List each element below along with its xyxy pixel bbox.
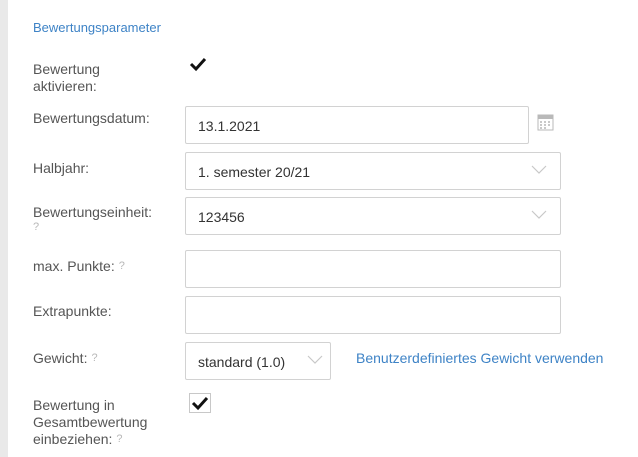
enable-grading-checkbox[interactable] [189,56,207,77]
chevron-down-icon [531,210,547,219]
enable-grading-label-line2: aktivieren: [33,78,97,94]
weight-value: standard (1.0) [198,354,286,370]
date-value: 13.1.2021 [198,118,261,134]
max-points-label-text: max. Punkte: [33,258,115,274]
date-label: Bewertungsdatum: [33,110,150,126]
calendar-icon[interactable] [537,114,554,136]
custom-weight-link[interactable]: Benutzerdefiniertes Gewicht verwenden [356,350,603,366]
max-points-label: max. Punkte:? [33,258,125,275]
date-input[interactable]: 13.1.2021 [185,106,529,144]
include-in-total-label: Bewertung in Gesamtbewertung einbeziehen… [33,397,147,448]
enable-grading-label-line1: Bewertung [33,61,100,77]
unit-select[interactable]: 123456 [185,197,561,235]
half-year-select[interactable]: 1. semester 20/21 [185,152,561,190]
max-points-input[interactable] [185,250,561,288]
checkmark-icon [189,57,207,72]
include-label-line1: Bewertung in [33,397,115,413]
unit-help-icon[interactable]: ? [33,221,152,234]
extra-points-input[interactable] [185,296,561,334]
include-help-icon[interactable]: ? [116,433,122,445]
section-title: Bewertungsparameter [33,20,161,35]
extra-points-label: Extrapunkte: [33,303,112,319]
unit-value: 123456 [198,209,245,225]
half-year-label: Halbjahr: [33,160,90,176]
weight-label-text: Gewicht: [33,350,88,366]
weight-select[interactable]: standard (1.0) [185,342,331,380]
weight-label: Gewicht:? [33,350,98,367]
weight-help-icon[interactable]: ? [91,352,97,364]
chevron-down-icon [531,165,547,174]
half-year-value: 1. semester 20/21 [198,164,311,180]
unit-label: Bewertungseinheit: ? [33,204,152,234]
left-accent-bar [0,0,8,457]
enable-grading-label: Bewertung aktivieren: [33,61,100,95]
checkmark-icon [191,396,209,411]
chevron-down-icon [307,355,323,364]
include-label-line3: einbeziehen: [33,431,113,447]
include-label-line2: Gesamtbewertung [33,414,148,430]
include-in-total-checkbox[interactable] [189,393,211,413]
unit-label-text: Bewertungseinheit: [33,204,153,220]
max-points-help-icon[interactable]: ? [119,260,125,272]
